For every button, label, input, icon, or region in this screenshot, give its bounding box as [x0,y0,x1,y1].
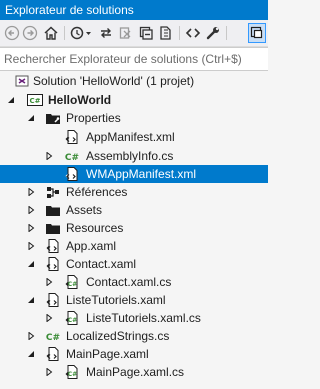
xaml-file-icon [45,292,61,308]
tree-item-label: Assets [66,203,103,217]
folder-icon [45,202,61,218]
window-title: Explorateur de solutions [5,3,134,17]
svg-text:C#: C# [46,333,60,343]
properties-folder-icon [45,110,61,126]
search-box[interactable]: Rechercher Explorateur de solutions (Ctr… [0,47,268,71]
tree-item-label: Contact.xaml.cs [86,275,172,289]
title-bar: Explorateur de solutions [0,0,268,20]
toolbar [0,20,268,47]
tree-item-contact-xaml[interactable]: Contact.xaml [0,255,268,273]
sync-icon[interactable] [97,24,115,42]
tree-item-label: Resources [66,221,124,235]
tree-item-properties[interactable]: Properties [0,109,268,127]
properties-wrench-icon[interactable] [204,24,222,42]
tree-item-contact-xaml-cs[interactable]: C# Contact.xaml.cs [0,273,268,291]
toolbar-separator [64,26,65,40]
preview-selected-icon[interactable] [248,23,266,43]
collapsed-triangle-icon[interactable] [26,219,36,237]
show-all-files-icon[interactable] [157,24,175,42]
tree-item-label: AssemblyInfo.cs [86,149,174,163]
svg-text:C#: C# [68,317,77,324]
solution-icon [14,73,30,89]
tree-item-project[interactable]: C# HelloWorld [0,91,268,109]
xml-file-icon [64,129,80,145]
tree-item-label: AppManifest.xml [86,130,175,144]
home-icon[interactable] [42,24,60,42]
csharp-file-icon: C# [45,328,61,344]
tree-item-listetutoriels-xaml[interactable]: ListeTutoriels.xaml [0,291,268,309]
expanded-triangle-icon[interactable] [6,91,16,109]
csharp-project-icon: C# [27,92,43,108]
tree-item-label: Solution 'HelloWorld' (1 projet) [33,74,195,88]
svg-text:C#: C# [29,97,40,105]
xaml-file-icon [45,346,61,362]
tree-item-label: Contact.xaml [66,257,137,271]
forward-arrow-icon[interactable] [22,24,38,42]
collapsed-triangle-icon[interactable] [26,201,36,219]
toolbar-separator [179,26,180,40]
tree-item-label: Références [66,185,128,199]
xaml-file-icon [45,256,61,272]
tree-item-assets[interactable]: Assets [0,201,268,219]
tree-item-label: MainPage.xaml [66,347,149,361]
tree-item-label: HelloWorld [48,93,112,107]
expanded-triangle-icon[interactable] [26,291,36,309]
svg-text:C#: C# [68,371,77,378]
tree-item-label: App.xaml [66,239,117,253]
expanded-triangle-icon[interactable] [26,255,36,273]
tree-item-solution[interactable]: Solution 'HelloWorld' (1 projet) [0,72,268,90]
history-dropdown-icon[interactable] [69,24,95,42]
collapsed-triangle-icon[interactable] [44,363,54,381]
toolbar-separator [226,26,227,40]
xml-file-icon [64,166,80,182]
expanded-triangle-icon[interactable] [26,345,36,363]
csharp-file-icon: C# [64,148,80,164]
svg-text:C#: C# [65,153,79,163]
collapsed-triangle-icon[interactable] [26,327,36,345]
collapsed-triangle-icon[interactable] [44,273,54,291]
collapsed-triangle-icon[interactable] [44,147,54,165]
tree-item-localizedstrings[interactable]: C# LocalizedStrings.cs [0,327,268,345]
tree-item-label: LocalizedStrings.cs [66,329,170,343]
csharp-file-icon: C# [64,310,80,326]
collapsed-triangle-icon[interactable] [26,183,36,201]
tree-item-mainpage-xaml[interactable]: MainPage.xaml [0,345,268,363]
collapse-all-icon[interactable] [137,24,155,42]
tree-item-label: MainPage.xaml.cs [86,365,185,379]
pending-changes-icon[interactable] [117,24,135,42]
xaml-file-icon [45,238,61,254]
tree-item-mainpage-xaml-cs[interactable]: C# MainPage.xaml.cs [0,363,268,381]
tree-item-references[interactable]: Références [0,183,268,201]
expanded-triangle-icon[interactable] [26,109,36,127]
tree-item-appmanifest[interactable]: AppManifest.xml [0,128,268,146]
tree-item-label: WMAppManifest.xml [86,167,197,181]
tree-item-listetutoriels-xaml-cs[interactable]: C# ListeTutoriels.xaml.cs [0,309,268,327]
back-arrow-icon[interactable] [4,24,20,42]
tree-item-assemblyinfo[interactable]: C# AssemblyInfo.cs [0,147,268,165]
csharp-file-icon: C# [64,364,80,380]
csharp-file-icon: C# [64,274,80,290]
solution-tree: Solution 'HelloWorld' (1 projet) C# Hell… [0,72,268,389]
references-icon [45,184,61,200]
folder-icon [45,220,61,236]
tree-item-label: ListeTutoriels.xaml [66,293,166,307]
collapsed-triangle-icon[interactable] [44,309,54,327]
collapsed-triangle-icon[interactable] [26,237,36,255]
tree-item-app-xaml[interactable]: App.xaml [0,237,268,255]
search-placeholder: Rechercher Explorateur de solutions (Ctr… [4,52,242,66]
tree-item-label: Properties [66,111,121,125]
tree-item-label: ListeTutoriels.xaml.cs [86,311,201,325]
view-code-icon[interactable] [184,24,202,42]
tree-item-resources[interactable]: Resources [0,219,268,237]
svg-text:C#: C# [68,281,77,288]
tree-item-wmappmanifest[interactable]: WMAppManifest.xml [0,165,268,183]
